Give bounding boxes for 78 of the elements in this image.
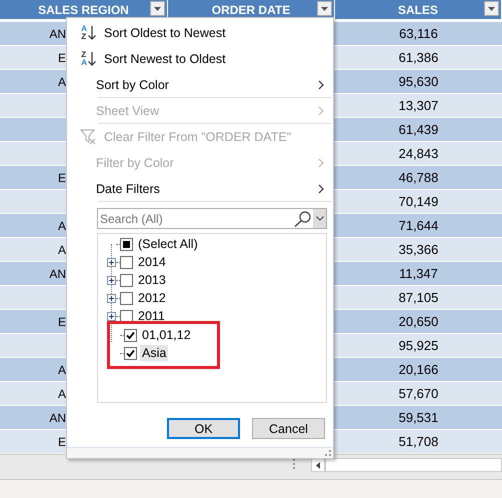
table-cell: E	[58, 50, 66, 64]
chevron-right-icon	[318, 106, 324, 116]
chevron-right-icon	[318, 80, 324, 90]
splitter-handle[interactable]	[293, 459, 295, 471]
table-cell: AN	[49, 26, 66, 40]
expand-icon[interactable]	[107, 258, 116, 266]
search-field[interactable]: Search (All)	[97, 208, 327, 229]
table-cell: 51,708	[398, 434, 438, 449]
expand-icon[interactable]	[107, 294, 116, 302]
table-cell: A	[58, 242, 66, 256]
filter-dropdown-button[interactable]	[150, 1, 165, 16]
value-label[interactable]: (Select All)	[136, 236, 200, 252]
checkbox[interactable]	[120, 292, 133, 304]
table-cell: 95,925	[398, 338, 438, 353]
caret-down-icon	[154, 6, 161, 10]
column-header: ORDER DATE	[212, 2, 290, 16]
value-label[interactable]: 2011	[136, 308, 167, 324]
expand-icon[interactable]	[107, 276, 116, 284]
column-header: SALES REGION	[38, 2, 129, 16]
table-cell: 61,439	[398, 122, 438, 137]
column-header: SALES	[398, 2, 438, 16]
table-cell: A	[58, 218, 66, 232]
search-input[interactable]: Search (All)	[98, 210, 294, 227]
ok-button[interactable]: OK	[167, 418, 240, 439]
menu-item[interactable]: Sort by Color	[67, 72, 333, 98]
table-cell: 70,149	[398, 194, 438, 209]
table-cell: E	[58, 170, 66, 184]
clear-filter-icon	[80, 129, 96, 145]
table-cell: 13,307	[398, 98, 438, 113]
table-cell: 63,116	[399, 26, 438, 41]
horizontal-scrollbar[interactable]	[325, 458, 502, 472]
resize-grip-icon[interactable]	[325, 450, 331, 456]
menu-item[interactable]: A Z Sort Oldest to Newest	[67, 20, 333, 46]
table-cell: E	[58, 434, 66, 448]
table-cell: 59,531	[398, 410, 438, 425]
value-label[interactable]: 2012	[136, 290, 168, 306]
value-label[interactable]: 2013	[136, 272, 168, 288]
table-cell: 46,788	[398, 170, 438, 185]
table-cell: 20,650	[398, 314, 438, 329]
table-cell: AN	[49, 410, 66, 424]
table-cell: A	[58, 362, 66, 376]
table-cell: 95,630	[398, 74, 438, 89]
value-label[interactable]: Asia	[140, 345, 168, 361]
search-icon	[294, 210, 312, 226]
caret-down-icon	[488, 6, 495, 10]
expand-icon[interactable]	[107, 312, 116, 320]
checkbox[interactable]	[120, 310, 133, 322]
table-cell: 24,843	[398, 146, 438, 161]
menu-item[interactable]: Date Filters	[67, 176, 333, 202]
table-cell: 35,366	[398, 242, 438, 257]
chevron-down-icon	[316, 216, 324, 221]
chevron-right-icon	[318, 184, 324, 194]
chevron-right-icon	[318, 158, 324, 168]
table-cell: 87,105	[398, 290, 438, 305]
table-cell: 61,386	[398, 50, 438, 65]
table-cell: 11,347	[399, 266, 438, 281]
table-cell: 20,166	[398, 362, 438, 377]
checkbox[interactable]	[120, 256, 133, 268]
value-label[interactable]: 2014	[136, 254, 168, 270]
checkbox[interactable]	[124, 328, 137, 342]
table-cell: 57,670	[398, 386, 438, 401]
cancel-button[interactable]: Cancel	[252, 418, 325, 439]
table-cell: AN	[49, 266, 66, 280]
checkbox[interactable]	[120, 274, 133, 286]
caret-down-icon	[321, 6, 328, 10]
checkbox[interactable]	[124, 346, 137, 360]
caret-left-icon	[316, 462, 320, 468]
filter-dropdown-button[interactable]	[317, 1, 332, 16]
table-cell: 71,644	[398, 218, 438, 233]
scroll-left-button[interactable]	[311, 458, 325, 472]
value-label[interactable]: 01,01,12	[140, 327, 193, 343]
table-cell: A	[58, 74, 66, 88]
table-cell: A	[58, 386, 66, 400]
dropdown-button[interactable]	[313, 209, 326, 228]
checkbox[interactable]	[120, 238, 133, 250]
table-cell: E	[58, 314, 66, 328]
menu-item[interactable]: Z A Sort Newest to Oldest	[67, 46, 333, 72]
filter-dropdown-button[interactable]	[484, 1, 499, 16]
